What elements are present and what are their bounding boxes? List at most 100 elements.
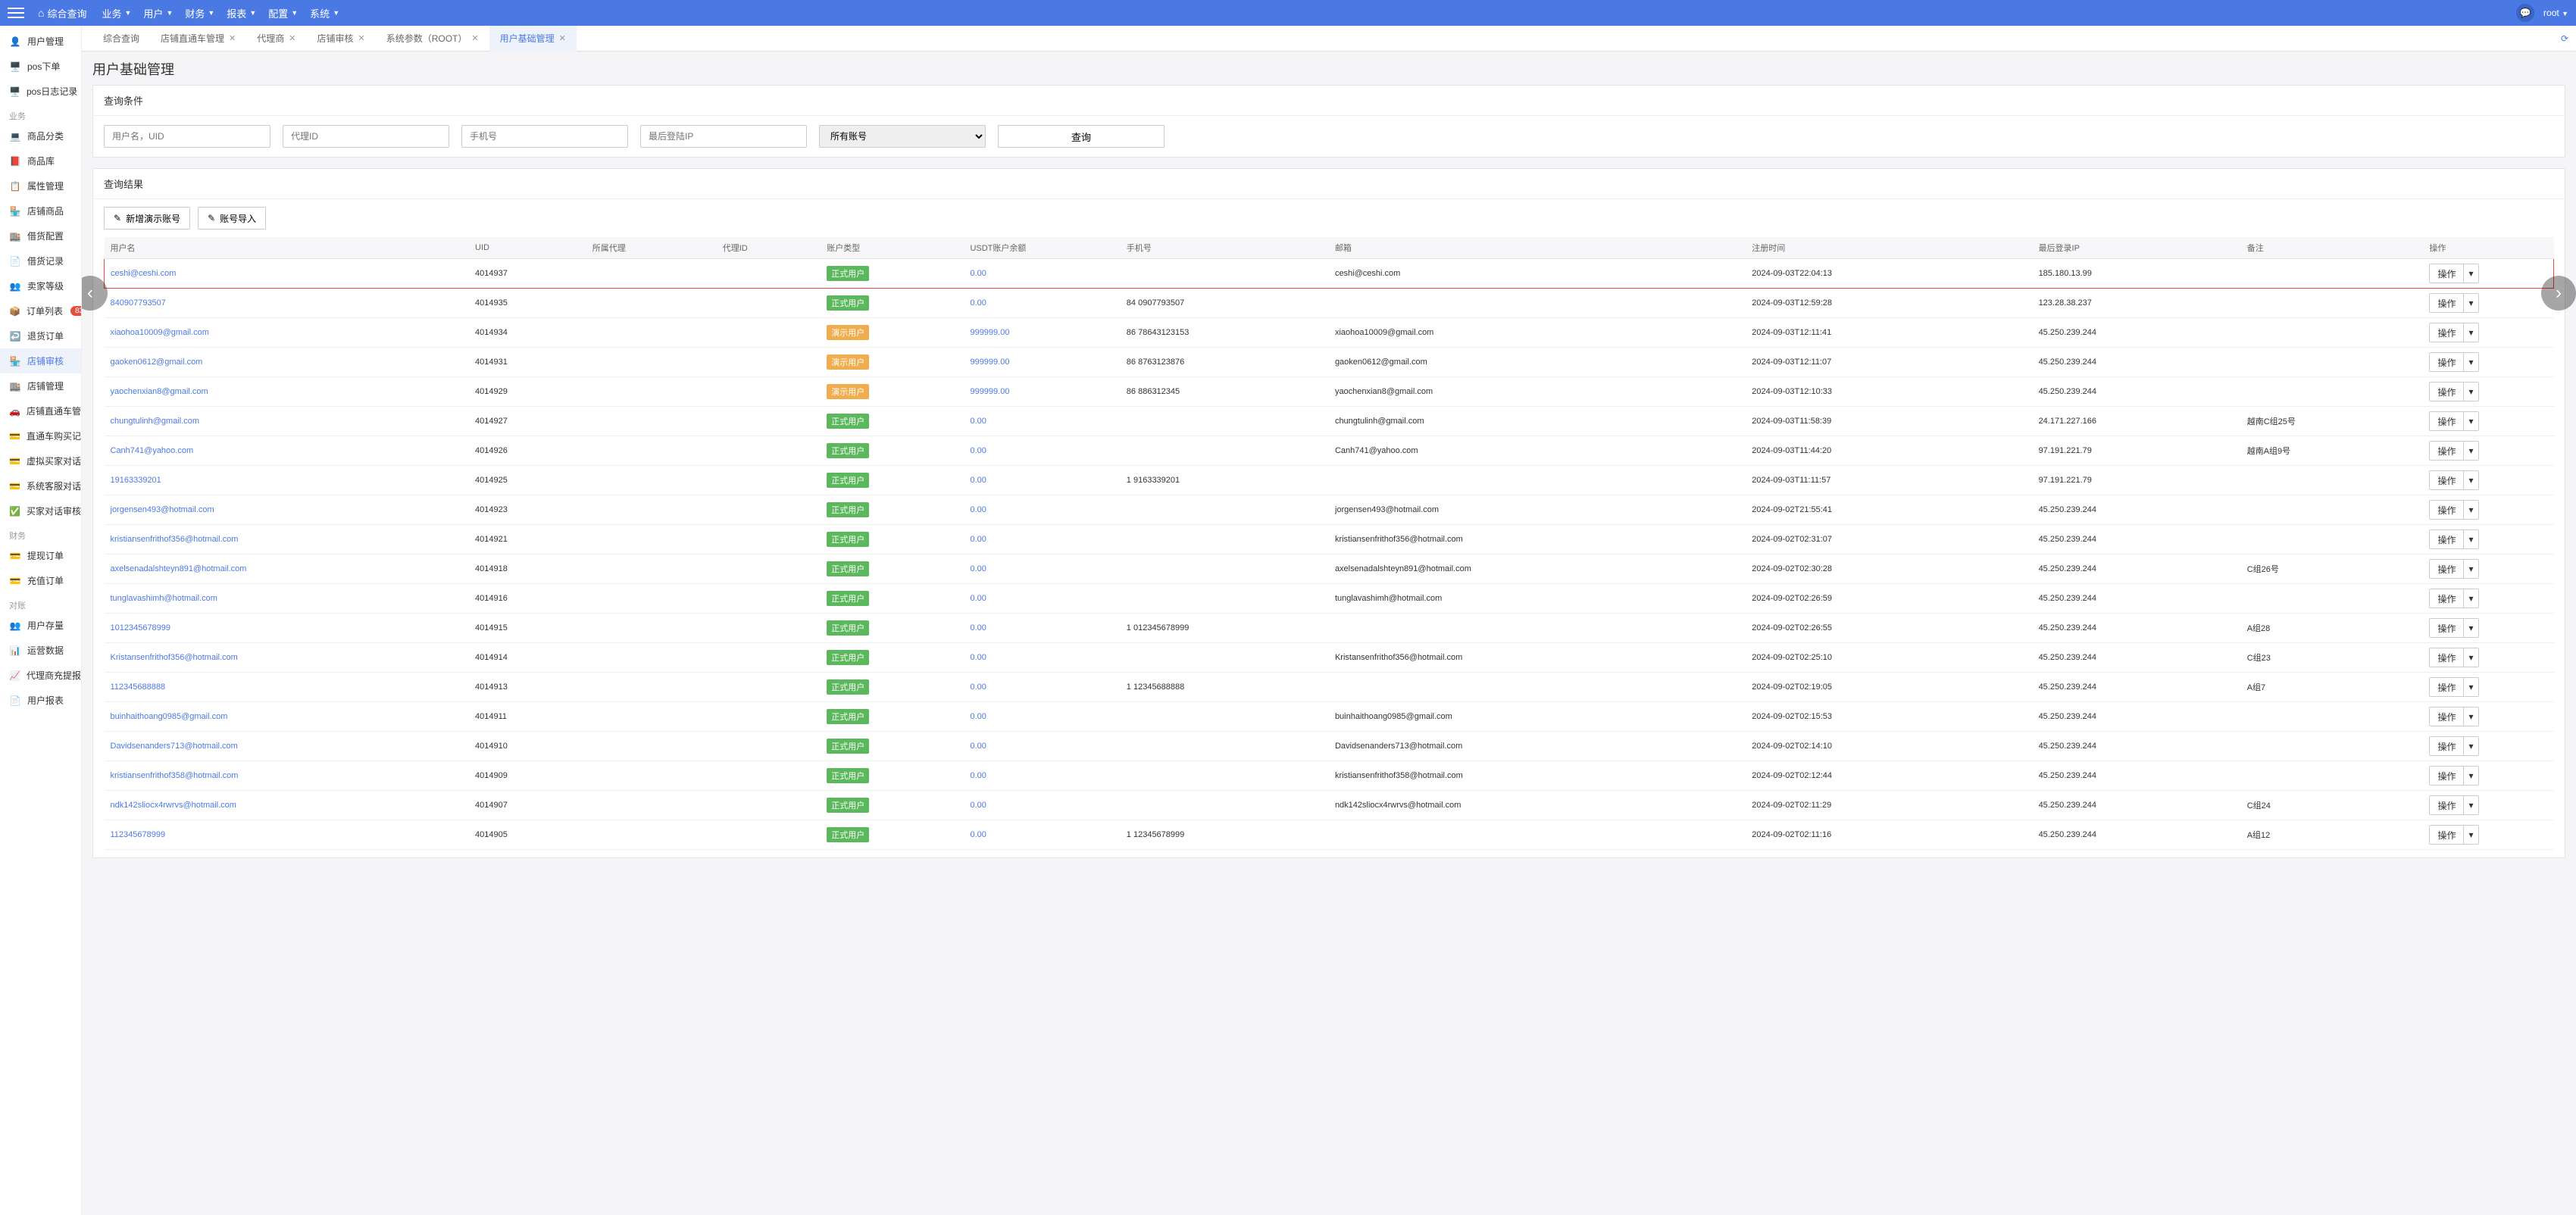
action-button[interactable]: 操作▾ xyxy=(2429,766,2478,786)
topnav-item[interactable]: 配置 ▼ xyxy=(262,3,304,23)
caret-down-icon[interactable]: ▾ xyxy=(2463,530,2478,548)
balance-link[interactable]: 0.00 xyxy=(970,712,986,721)
username-link[interactable]: jorgensen493@hotmail.com xyxy=(111,505,214,514)
username-link[interactable]: yaochenxian8@gmail.com xyxy=(111,387,208,396)
action-button[interactable]: 操作▾ xyxy=(2429,795,2478,815)
action-button[interactable]: 操作▾ xyxy=(2429,500,2478,520)
balance-link[interactable]: 0.00 xyxy=(970,830,986,839)
close-icon[interactable]: ✕ xyxy=(289,33,295,43)
action-button[interactable]: 操作▾ xyxy=(2429,618,2478,638)
caret-down-icon[interactable]: ▾ xyxy=(2463,264,2478,283)
caret-down-icon[interactable]: ▾ xyxy=(2463,471,2478,489)
close-icon[interactable]: ✕ xyxy=(358,33,365,43)
balance-link[interactable]: 0.00 xyxy=(970,682,986,692)
username-link[interactable]: axelsenadalshteyn891@hotmail.com xyxy=(111,564,247,573)
close-icon[interactable]: ✕ xyxy=(229,33,236,43)
balance-link[interactable]: 999999.00 xyxy=(970,387,1009,396)
topnav-item[interactable]: 用户 ▼ xyxy=(137,3,179,23)
sidebar-item[interactable]: 📋属性管理 xyxy=(0,173,81,198)
sidebar-item[interactable]: 💳充值订单 xyxy=(0,568,81,593)
balance-link[interactable]: 0.00 xyxy=(970,269,986,278)
balance-link[interactable]: 0.00 xyxy=(970,417,986,426)
sidebar-item[interactable]: 📕商品库 xyxy=(0,148,81,173)
caret-down-icon[interactable]: ▾ xyxy=(2463,412,2478,430)
menu-toggle-icon[interactable] xyxy=(8,5,24,21)
sidebar-item[interactable]: 🖥️pos下单 xyxy=(0,54,81,79)
sidebar-item[interactable]: 📄借货记录 xyxy=(0,248,81,273)
agent-id-input[interactable] xyxy=(283,125,449,148)
caret-down-icon[interactable]: ▾ xyxy=(2463,383,2478,401)
balance-link[interactable]: 0.00 xyxy=(970,535,986,544)
tab[interactable]: 代理商 ✕ xyxy=(246,26,306,52)
username-link[interactable]: chungtulinh@gmail.com xyxy=(111,417,200,426)
action-button[interactable]: 操作▾ xyxy=(2429,470,2478,490)
balance-link[interactable]: 0.00 xyxy=(970,742,986,751)
balance-link[interactable]: 0.00 xyxy=(970,476,986,485)
caret-down-icon[interactable]: ▾ xyxy=(2463,707,2478,726)
phone-input[interactable] xyxy=(461,125,628,148)
tab[interactable]: 店铺直通车管理 ✕ xyxy=(150,26,246,52)
sidebar-item[interactable]: 👥卖家等级 xyxy=(0,273,81,298)
topnav-home[interactable]: ⌂综合查询 xyxy=(32,3,92,23)
sidebar-item[interactable]: 💳提现订单 xyxy=(0,543,81,568)
caret-down-icon[interactable]: ▾ xyxy=(2463,589,2478,608)
topnav-item[interactable]: 报表 ▼ xyxy=(220,3,262,23)
balance-link[interactable]: 0.00 xyxy=(970,653,986,662)
action-button[interactable]: 操作▾ xyxy=(2429,264,2478,283)
balance-link[interactable]: 0.00 xyxy=(970,771,986,780)
caret-down-icon[interactable]: ▾ xyxy=(2463,737,2478,755)
new-demo-account-button[interactable]: ✎新增演示账号 xyxy=(104,207,190,230)
username-link[interactable]: kristiansenfrithof356@hotmail.com xyxy=(111,535,239,544)
caret-down-icon[interactable]: ▾ xyxy=(2463,767,2478,785)
action-button[interactable]: 操作▾ xyxy=(2429,293,2478,313)
balance-link[interactable]: 0.00 xyxy=(970,564,986,573)
username-link[interactable]: 112345678999 xyxy=(111,830,166,839)
sidebar-item[interactable]: 📈代理商充提报表 xyxy=(0,663,81,688)
carousel-next-icon[interactable]: › xyxy=(2541,276,2576,311)
query-button[interactable]: 查询 xyxy=(998,125,1165,148)
close-icon[interactable]: ✕ xyxy=(471,33,478,43)
caret-down-icon[interactable]: ▾ xyxy=(2463,323,2478,342)
action-button[interactable]: 操作▾ xyxy=(2429,382,2478,401)
sidebar-item[interactable]: 🏬借货配置 xyxy=(0,223,81,248)
tab[interactable]: 综合查询 xyxy=(92,26,150,52)
tab[interactable]: 店铺审核 ✕ xyxy=(306,26,375,52)
balance-link[interactable]: 0.00 xyxy=(970,505,986,514)
username-link[interactable]: buinhaithoang0985@gmail.com xyxy=(111,712,228,721)
caret-down-icon[interactable]: ▾ xyxy=(2463,826,2478,844)
username-link[interactable]: ndk142sliocx4rwrvs@hotmail.com xyxy=(111,801,236,810)
action-button[interactable]: 操作▾ xyxy=(2429,648,2478,667)
username-input[interactable] xyxy=(104,125,270,148)
tab[interactable]: 用户基础管理 ✕ xyxy=(489,26,577,52)
action-button[interactable]: 操作▾ xyxy=(2429,825,2478,845)
topnav-item[interactable]: 财务 ▼ xyxy=(179,3,220,23)
balance-link[interactable]: 0.00 xyxy=(970,594,986,603)
topnav-item[interactable]: 业务 ▼ xyxy=(95,3,137,23)
sidebar-item[interactable]: 📊运营数据 xyxy=(0,638,81,663)
topnav-item[interactable]: 系统 ▼ xyxy=(304,3,345,23)
action-button[interactable]: 操作▾ xyxy=(2429,411,2478,431)
action-button[interactable]: 操作▾ xyxy=(2429,529,2478,549)
refresh-icon[interactable]: ⟳ xyxy=(2553,33,2576,44)
user-menu[interactable]: root ▼ xyxy=(2543,8,2568,18)
sidebar-item[interactable]: 👥用户存量 xyxy=(0,613,81,638)
action-button[interactable]: 操作▾ xyxy=(2429,589,2478,608)
caret-down-icon[interactable]: ▾ xyxy=(2463,796,2478,814)
balance-link[interactable]: 0.00 xyxy=(970,298,986,308)
sidebar-item[interactable]: 👤用户管理 xyxy=(0,29,81,54)
username-link[interactable]: gaoken0612@gmail.com xyxy=(111,358,203,367)
sidebar-item[interactable]: 💳系统客服对话 xyxy=(0,473,81,498)
action-button[interactable]: 操作▾ xyxy=(2429,559,2478,579)
balance-link[interactable]: 999999.00 xyxy=(970,358,1009,367)
sidebar-item[interactable]: ↩️退货订单 xyxy=(0,323,81,348)
username-link[interactable]: 840907793507 xyxy=(111,298,166,308)
caret-down-icon[interactable]: ▾ xyxy=(2463,560,2478,578)
caret-down-icon[interactable]: ▾ xyxy=(2463,678,2478,696)
username-link[interactable]: 1012345678999 xyxy=(111,623,171,632)
sidebar-item[interactable]: 💻商品分类 xyxy=(0,123,81,148)
username-link[interactable]: Canh741@yahoo.com xyxy=(111,446,194,455)
username-link[interactable]: xiaohoa10009@gmail.com xyxy=(111,328,209,337)
import-account-button[interactable]: ✎账号导入 xyxy=(198,207,266,230)
action-button[interactable]: 操作▾ xyxy=(2429,352,2478,372)
username-link[interactable]: 19163339201 xyxy=(111,476,161,485)
